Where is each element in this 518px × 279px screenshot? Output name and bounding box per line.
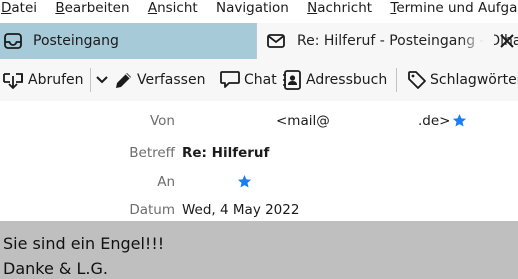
from-value-start[interactable]: <mail@ (276, 113, 330, 129)
menu-mnemonic: A (147, 0, 158, 16)
subject-label: Betreff (129, 145, 175, 161)
download-icon (3, 73, 23, 90)
star-icon[interactable] (237, 174, 252, 189)
chevron-down-icon (96, 76, 108, 84)
chat-button[interactable]: Chat (219, 59, 279, 101)
menu-label-prefix: Navi (215, 0, 247, 16)
chat-label: Chat (244, 72, 277, 88)
chat-icon (220, 71, 240, 88)
tag-icon (408, 71, 426, 89)
date-label: Datum (129, 202, 175, 218)
menu-label: earbeiten (64, 0, 130, 16)
menu-label: nsicht (157, 0, 198, 16)
addressbook-icon (283, 70, 301, 90)
menu-navigation[interactable]: Navigation (216, 0, 289, 17)
toolbar-separator (396, 68, 397, 92)
tab-inbox[interactable]: Posteingang (0, 23, 256, 59)
menu-ansicht[interactable]: Ansicht (148, 0, 198, 17)
date-value: Wed, 4 May 2022 (182, 202, 300, 218)
pencil-icon (116, 73, 131, 88)
to-label: An (157, 174, 175, 190)
menu-mnemonic: B (55, 0, 65, 16)
body-line: Danke & L.G. (3, 259, 108, 278)
tags-label: Schlagwörter (430, 72, 518, 88)
menu-label: ermine und Aufgaben (396, 0, 518, 16)
from-value-end[interactable]: .de> (418, 113, 450, 129)
close-icon[interactable] (498, 32, 516, 50)
fetch-label: Abrufen (28, 72, 84, 88)
addressbook-label: Adressbuch (306, 72, 388, 88)
menu-mnemonic: D (1, 0, 12, 16)
fetch-dropdown-button[interactable] (96, 59, 108, 101)
message-header: Von <mail@ .de> Betreff Re: Hilferuf An … (0, 101, 518, 221)
toolbar-separator (90, 68, 91, 92)
message-body: Sie sind ein Engel!!! Danke & L.G. (0, 221, 518, 279)
tab-label-fade (460, 23, 494, 59)
body-line: Sie sind ein Engel!!! (3, 234, 165, 253)
menu-mnemonic: N (307, 0, 318, 16)
menu-datei[interactable]: Datei (1, 0, 37, 17)
star-icon[interactable] (452, 113, 467, 128)
menu-label: ation (254, 0, 289, 16)
inbox-icon (4, 33, 22, 49)
subject-value: Re: Hilferuf (182, 145, 270, 161)
menu-bar: Datei Bearbeiten Ansicht Navigation Nach… (0, 0, 518, 17)
mail-toolbar: Abrufen Verfassen Chat Adressbuch Schlag… (0, 59, 518, 101)
menu-bearbeiten[interactable]: Bearbeiten (55, 0, 129, 17)
from-label: Von (149, 113, 175, 129)
tab-message[interactable]: Re: Hilferuf - Posteingang - Olhasso (256, 23, 518, 59)
addressbook-button[interactable]: Adressbuch (282, 59, 388, 101)
tags-button[interactable]: Schlagwörter (407, 59, 518, 101)
menu-label: achricht (317, 0, 373, 16)
tab-bar: Posteingang Re: Hilferuf - Posteingang -… (0, 23, 518, 59)
menu-mnemonic: g (246, 0, 255, 16)
menu-nachricht[interactable]: Nachricht (307, 0, 372, 17)
envelope-icon (267, 34, 285, 48)
menu-label: atei (11, 0, 38, 16)
tab-inbox-label: Posteingang (33, 33, 119, 49)
compose-label: Verfassen (137, 72, 206, 88)
fetch-button[interactable]: Abrufen (2, 59, 84, 101)
menu-termine-und-aufgaben[interactable]: Termine und Aufgaben (390, 0, 518, 17)
compose-button[interactable]: Verfassen (114, 59, 206, 101)
